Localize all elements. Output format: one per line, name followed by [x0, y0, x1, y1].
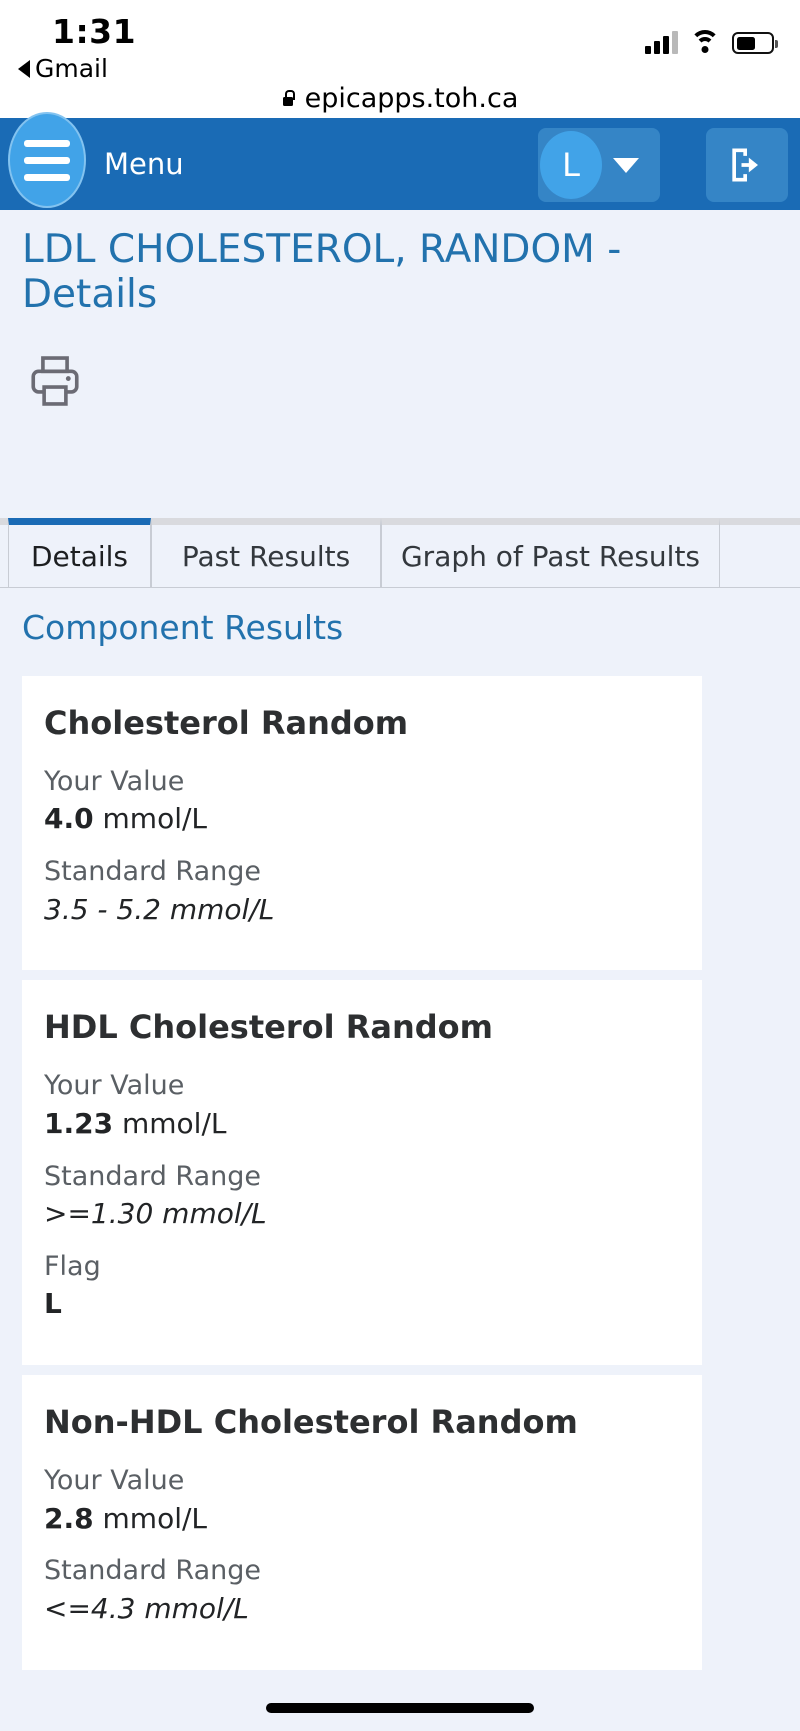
standard-range-field: Standard Range <=4.3 mmol/L [44, 1553, 680, 1627]
value-units: mmol/L [122, 1106, 227, 1140]
phone-screen: 1:31 Gmail epicapps.toh.ca Menu L LDL CH… [0, 0, 800, 1731]
your-value-value: 2.8 mmol/L [44, 1500, 680, 1538]
value-units: mmol/L [102, 802, 208, 836]
printer-icon[interactable] [26, 352, 84, 410]
component-result-card: HDL Cholesterol Random Your Value 1.23 m… [22, 980, 702, 1366]
tab-bar: Details Past Results Graph of Past Resul… [0, 518, 800, 588]
url-text: epicapps.toh.ca [304, 82, 519, 114]
component-results-list: Cholesterol Random Your Value 4.0 mmol/L… [22, 676, 702, 1680]
menu-label[interactable]: Menu [104, 147, 184, 181]
standard-range-label: Standard Range [44, 856, 261, 888]
value-units: mmol/L [102, 1501, 208, 1535]
status-bar-time: 1:31 [52, 12, 137, 51]
section-title: Component Results [22, 608, 344, 647]
your-value-field: Your Value 4.0 mmol/L [44, 764, 680, 838]
component-result-card: Cholesterol Random Your Value 4.0 mmol/L… [22, 676, 702, 971]
component-result-card: Non-HDL Cholesterol Random Your Value 2.… [22, 1375, 702, 1670]
flag-value: L [44, 1287, 62, 1321]
wifi-icon [690, 30, 720, 54]
logout-icon [732, 148, 758, 182]
value-number: 1.23 [44, 1106, 114, 1140]
component-name: Cholesterol Random [44, 704, 409, 742]
standard-range-label: Standard Range [44, 1555, 261, 1587]
status-bar-indicators [645, 24, 778, 54]
your-value-label: Your Value [44, 766, 185, 797]
home-indicator[interactable] [266, 1703, 534, 1713]
lock-icon [282, 90, 296, 106]
your-value-value: 4.0 mmol/L [44, 800, 680, 838]
component-name: HDL Cholesterol Random [44, 1008, 493, 1047]
avatar: L [540, 131, 602, 199]
your-value-label: Your Value [44, 1465, 185, 1497]
your-value-label: Your Value [44, 1070, 185, 1102]
chevron-down-icon [613, 157, 639, 173]
value-number: 2.8 [44, 1501, 94, 1535]
hamburger-menu-icon[interactable] [8, 112, 86, 208]
your-value-value: 1.23 mmol/L [44, 1105, 680, 1143]
back-triangle-icon [18, 59, 30, 78]
app-navbar: Menu L [0, 112, 800, 210]
bottom-strip [0, 1717, 800, 1731]
component-name: Non-HDL Cholesterol Random [44, 1403, 578, 1442]
tab-past-results[interactable]: Past Results [151, 518, 381, 587]
page-title: LDL CHOLESTEROL, RANDOM - Details [22, 227, 622, 317]
standard-range-label: Standard Range [44, 1160, 261, 1192]
tab-graph-of-past-results[interactable]: Graph of Past Results [381, 518, 720, 587]
standard-range-field: Standard Range >=1.30 mmol/L [44, 1159, 680, 1233]
flag-label: Flag [44, 1250, 101, 1282]
logout-button[interactable] [706, 128, 788, 202]
standard-range-value: <=4.3 mmol/L [44, 1591, 249, 1625]
standard-range-value: >=1.30 mmol/L [44, 1197, 267, 1231]
user-menu-button[interactable]: L [538, 128, 660, 202]
flag-field: Flag L [44, 1249, 680, 1323]
browser-url-bar[interactable]: epicapps.toh.ca [0, 78, 800, 118]
standard-range-value: 3.5 - 5.2 mmol/L [44, 892, 275, 926]
battery-icon [732, 32, 778, 54]
your-value-field: Your Value 1.23 mmol/L [44, 1068, 680, 1142]
tab-details[interactable]: Details [8, 518, 151, 587]
value-number: 4.0 [44, 802, 94, 836]
your-value-field: Your Value 2.8 mmol/L [44, 1463, 680, 1537]
cellular-signal-icon [645, 30, 678, 54]
standard-range-field: Standard Range 3.5 - 5.2 mmol/L [44, 854, 680, 928]
